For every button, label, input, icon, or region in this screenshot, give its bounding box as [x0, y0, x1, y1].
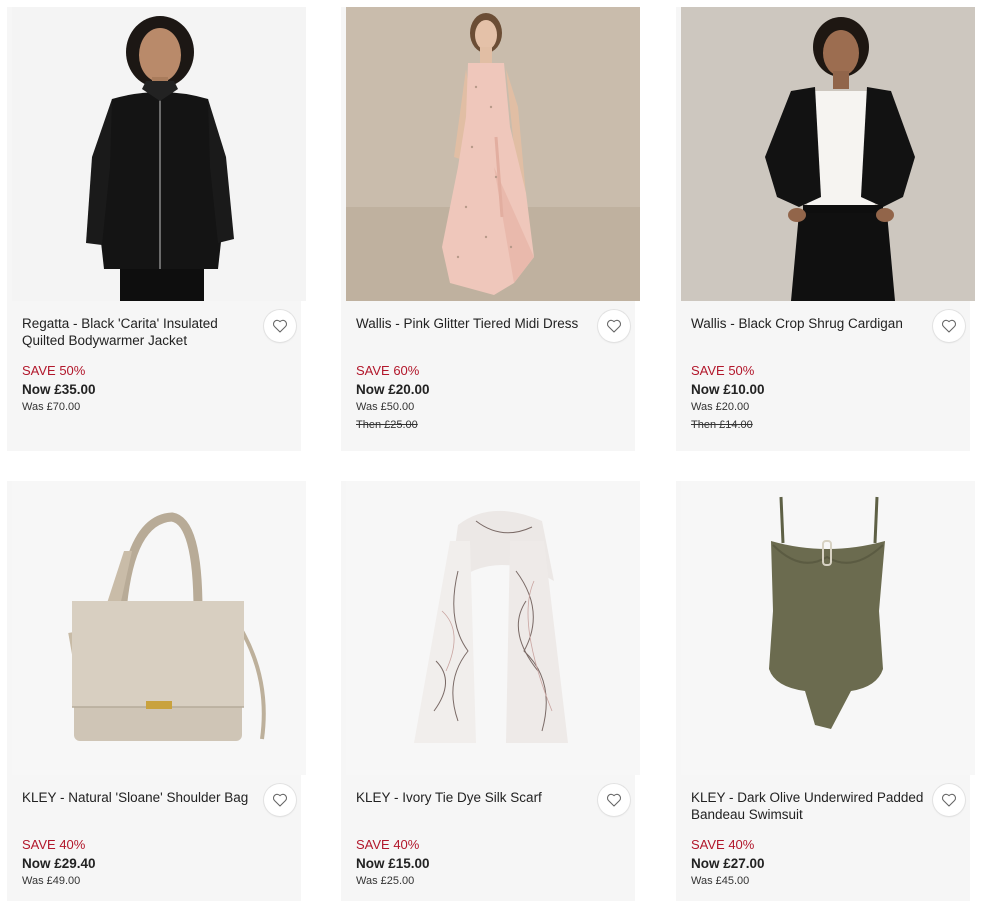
- save-badge: SAVE 40%: [22, 837, 86, 852]
- now-price: Now £35.00: [22, 382, 96, 397]
- product-title[interactable]: KLEY - Ivory Tie Dye Silk Scarf: [356, 789, 591, 806]
- product-card[interactable]: Wallis - Black Crop Shrug Cardigan SAVE …: [676, 7, 975, 451]
- was-price: Was £49.00: [22, 875, 81, 887]
- product-title[interactable]: Wallis - Pink Glitter Tiered Midi Dress: [356, 315, 591, 332]
- save-badge: SAVE 60%: [356, 363, 420, 378]
- was-price: Was £45.00: [691, 875, 750, 887]
- product-card[interactable]: Regatta - Black 'Carita' Insulated Quilt…: [7, 7, 306, 451]
- wishlist-button[interactable]: [598, 784, 630, 816]
- was-price: Was £25.00: [356, 875, 415, 887]
- save-badge: SAVE 50%: [22, 363, 86, 378]
- product-card[interactable]: KLEY - Ivory Tie Dye Silk Scarf SAVE 40%…: [341, 481, 640, 901]
- wishlist-button[interactable]: [598, 310, 630, 342]
- save-badge: SAVE 40%: [691, 837, 755, 852]
- product-card[interactable]: Wallis - Pink Glitter Tiered Midi Dress …: [341, 7, 640, 451]
- product-image[interactable]: [681, 7, 975, 301]
- now-price: Now £27.00: [691, 856, 765, 871]
- heart-outline-icon: [941, 319, 957, 333]
- now-price: Now £29.40: [22, 856, 96, 871]
- product-title[interactable]: KLEY - Natural 'Sloane' Shoulder Bag: [22, 789, 257, 806]
- product-image[interactable]: [12, 481, 306, 775]
- heart-outline-icon: [606, 319, 622, 333]
- product-card[interactable]: KLEY - Natural 'Sloane' Shoulder Bag SAV…: [7, 481, 306, 901]
- product-title[interactable]: Regatta - Black 'Carita' Insulated Quilt…: [22, 315, 257, 349]
- was-price: Was £70.00: [22, 401, 81, 413]
- wishlist-button[interactable]: [933, 784, 965, 816]
- wishlist-button[interactable]: [264, 310, 296, 342]
- then-price: Then £25.00: [356, 419, 418, 431]
- heart-outline-icon: [606, 793, 622, 807]
- now-price: Now £10.00: [691, 382, 765, 397]
- product-card[interactable]: KLEY - Dark Olive Underwired Padded Band…: [676, 481, 975, 901]
- product-title[interactable]: KLEY - Dark Olive Underwired Padded Band…: [691, 789, 926, 823]
- product-image[interactable]: [681, 481, 975, 775]
- now-price: Now £15.00: [356, 856, 430, 871]
- wishlist-button[interactable]: [264, 784, 296, 816]
- was-price: Was £20.00: [691, 401, 750, 413]
- then-price: Then £14.00: [691, 419, 753, 431]
- was-price: Was £50.00: [356, 401, 415, 413]
- product-title[interactable]: Wallis - Black Crop Shrug Cardigan: [691, 315, 926, 332]
- save-badge: SAVE 40%: [356, 837, 420, 852]
- save-badge: SAVE 50%: [691, 363, 755, 378]
- product-image[interactable]: [12, 7, 306, 301]
- now-price: Now £20.00: [356, 382, 430, 397]
- product-image[interactable]: [346, 481, 640, 775]
- heart-outline-icon: [272, 793, 288, 807]
- heart-outline-icon: [941, 793, 957, 807]
- wishlist-button[interactable]: [933, 310, 965, 342]
- product-image[interactable]: [346, 7, 640, 301]
- heart-outline-icon: [272, 319, 288, 333]
